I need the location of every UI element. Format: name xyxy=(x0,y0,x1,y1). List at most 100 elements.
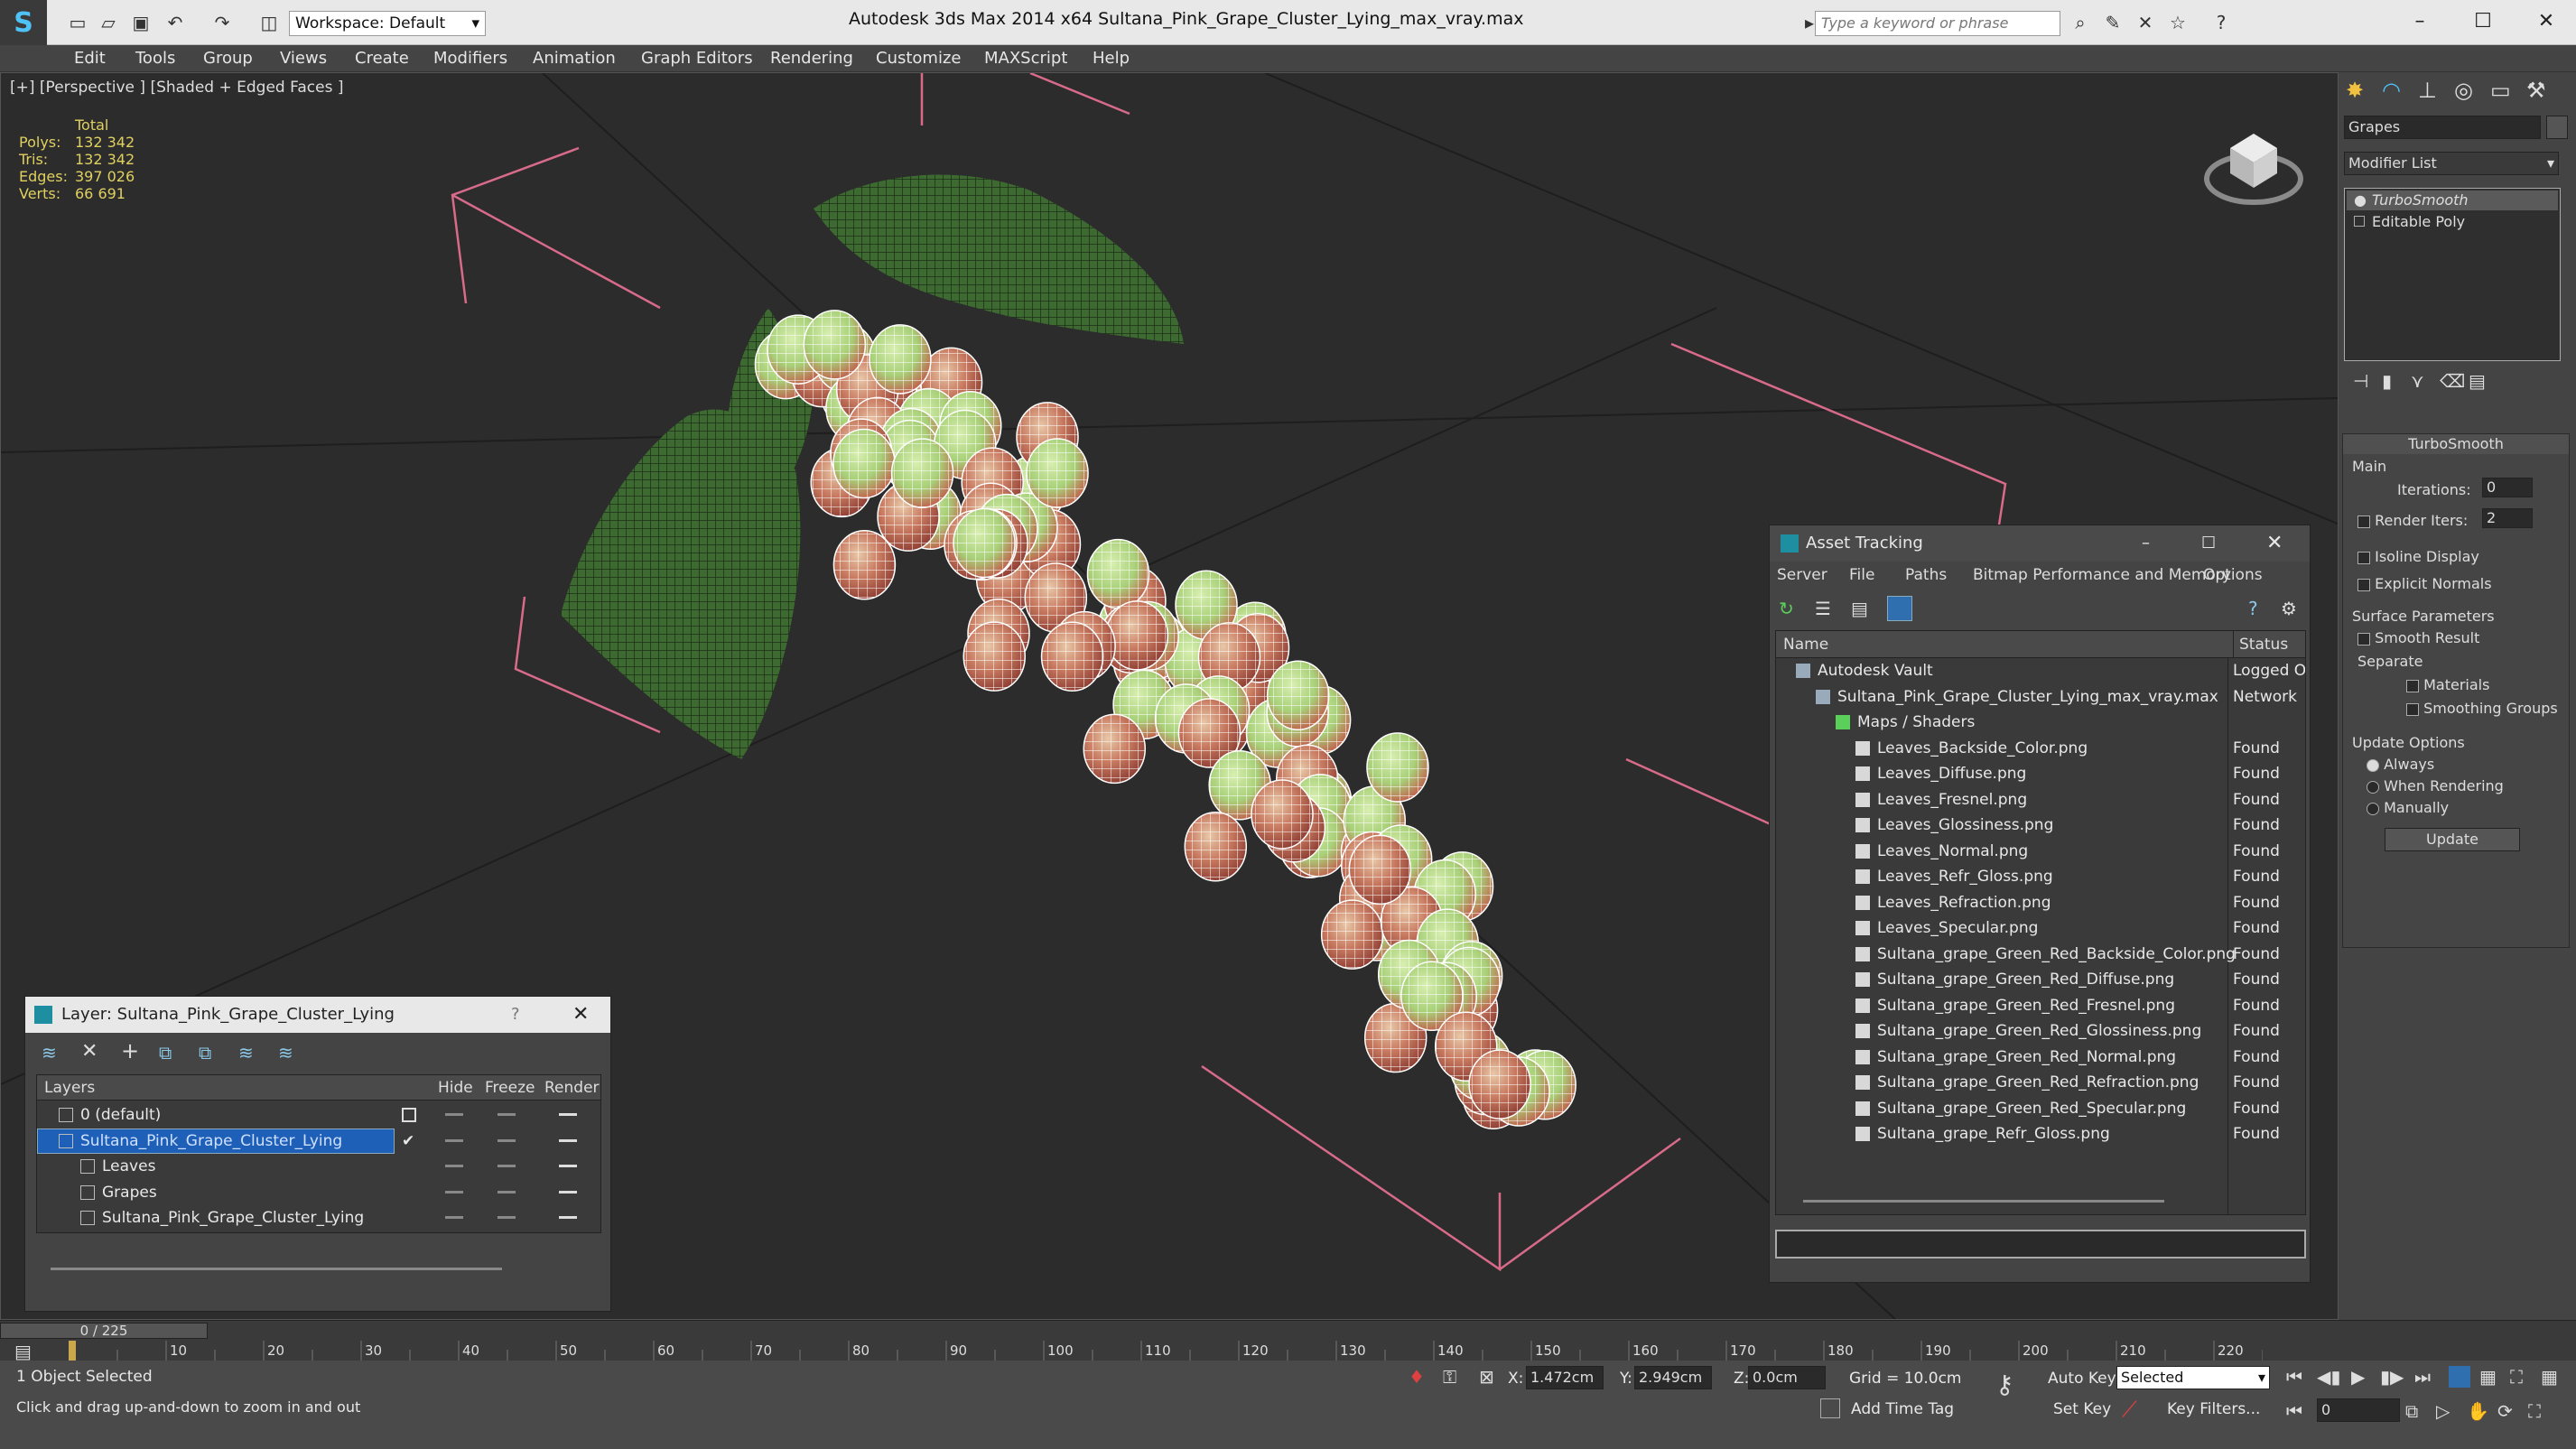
help-icon[interactable]: ? xyxy=(511,997,520,1033)
new-file-icon[interactable]: ▭ xyxy=(65,11,90,34)
show-end-result-icon[interactable]: ▮ xyxy=(2382,370,2392,392)
select-objects-icon[interactable]: ⧉ xyxy=(159,1042,172,1064)
add-time-tag-label[interactable]: Add Time Tag xyxy=(1851,1400,1954,1418)
asset-row[interactable]: Sultana_grape_Green_Red_Normal.png Found xyxy=(1776,1045,2305,1070)
smoothing-groups-checkbox[interactable] xyxy=(2406,702,2419,716)
key-icon[interactable]: ⚷ xyxy=(1995,1370,2014,1399)
auto-key-button[interactable]: Auto Key xyxy=(2048,1370,2116,1388)
search-input[interactable]: Type a keyword or phrase xyxy=(1815,11,2060,36)
render-iters-spinner[interactable]: 2 xyxy=(2482,508,2533,528)
isoline-checkbox[interactable] xyxy=(2357,551,2370,564)
when-rendering-radio[interactable] xyxy=(2367,780,2379,794)
maximize-viewport-icon[interactable]: ⛶ xyxy=(2528,1400,2541,1422)
column-name[interactable]: Name xyxy=(1783,631,1828,658)
render-toggle[interactable] xyxy=(559,1190,577,1194)
render-toggle[interactable] xyxy=(559,1165,577,1167)
layer-row[interactable]: 0 (default) xyxy=(37,1102,600,1128)
menu-graph-editors[interactable]: Graph Editors xyxy=(641,45,753,72)
thumbnail-icon[interactable]: ▤ xyxy=(1851,598,1868,619)
checkmark-icon[interactable]: ✔ xyxy=(402,1129,414,1154)
menu-views[interactable]: Views xyxy=(280,45,327,72)
horizontal-scrollbar[interactable] xyxy=(51,1268,502,1270)
render-iters-checkbox[interactable] xyxy=(2357,515,2370,528)
add-time-tag-icon[interactable] xyxy=(1820,1398,1840,1418)
display-tab-icon[interactable]: ▭ xyxy=(2490,78,2511,103)
menu-animation[interactable]: Animation xyxy=(533,45,616,72)
refresh-icon[interactable]: ↻ xyxy=(1779,598,1794,619)
exchange-icon[interactable]: ✕ xyxy=(2133,11,2158,34)
smooth-result-checkbox[interactable] xyxy=(2357,632,2370,646)
asset-path-field[interactable] xyxy=(1775,1230,2306,1259)
help-icon[interactable]: ? xyxy=(2209,11,2234,34)
viewport-label[interactable]: [+] [Perspective ] [Shaded + Edged Faces… xyxy=(10,79,343,97)
menu-edit[interactable]: Edit xyxy=(74,45,106,72)
asset-menu-server[interactable]: Server xyxy=(1777,562,1827,589)
asset-row[interactable]: Sultana_grape_Refr_Gloss.png Found xyxy=(1776,1121,2305,1147)
asset-tracking-title[interactable]: Asset Tracking – ☐ ✕ xyxy=(1770,525,2310,562)
asset-row[interactable]: Leaves_Diffuse.png Found xyxy=(1776,761,2305,786)
workspace-dropdown[interactable]: Workspace: Default ▾ xyxy=(289,11,486,36)
minimize-button[interactable]: – xyxy=(2393,5,2447,38)
undo-icon[interactable]: ↶ xyxy=(163,11,188,34)
timeline-ruler[interactable]: 10 20 30 40 50 60 70 80 90 100 110 120 130 140 150 160 1… xyxy=(68,1341,2264,1361)
perspective-viewport[interactable]: [+] [Perspective ] [Shaded + Edged Faces… xyxy=(0,72,2339,1320)
save-icon[interactable]: ▣ xyxy=(128,11,153,34)
zoom-icon[interactable] xyxy=(2449,1366,2470,1388)
menu-tools[interactable]: Tools xyxy=(135,45,175,72)
menu-group[interactable]: Group xyxy=(203,45,253,72)
object-color-swatch[interactable] xyxy=(2546,116,2568,139)
asset-row[interactable]: Sultana_grape_Green_Red_Diffuse.png Found xyxy=(1776,967,2305,992)
hide-all-icon[interactable]: ≋ xyxy=(238,1042,254,1064)
minimize-icon[interactable]: – xyxy=(2142,525,2150,562)
time-config-icon[interactable]: ⧉ xyxy=(2405,1400,2418,1422)
play-icon[interactable]: ▶ xyxy=(2351,1366,2365,1388)
render-toggle[interactable] xyxy=(559,1113,577,1116)
iterations-spinner[interactable]: 0 xyxy=(2482,478,2533,497)
field-of-view-icon[interactable]: ▷ xyxy=(2436,1400,2450,1422)
asset-row[interactable]: Leaves_Glossiness.png Found xyxy=(1776,813,2305,838)
explicit-normals-checkbox[interactable] xyxy=(2357,578,2370,591)
rollout-title[interactable]: TurboSmooth xyxy=(2343,434,2569,454)
current-frame-marker[interactable] xyxy=(69,1341,76,1361)
asset-row[interactable]: Leaves_Fresnel.png Found xyxy=(1776,787,2305,813)
hide-toggle[interactable] xyxy=(445,1216,463,1219)
horizontal-scrollbar[interactable] xyxy=(1803,1200,2164,1203)
pin-stack-icon[interactable]: ⊣ xyxy=(2353,370,2368,392)
asset-row[interactable]: Maps / Shaders xyxy=(1776,710,2305,735)
selected-dropdown[interactable]: Selected ▾ xyxy=(2116,1366,2270,1389)
layer-row[interactable]: Sultana_Pink_Grape_Cluster_Lying ✔ xyxy=(37,1128,600,1154)
next-frame-icon[interactable]: ▮▶ xyxy=(2380,1366,2404,1388)
isolate-icon[interactable]: ♦ xyxy=(1409,1366,1425,1388)
make-unique-icon[interactable]: ⋎ xyxy=(2411,370,2424,392)
add-to-layer-icon[interactable]: + xyxy=(121,1038,139,1064)
freeze-toggle[interactable] xyxy=(498,1165,516,1167)
layer-row[interactable]: Sultana_Pink_Grape_Cluster_Lying xyxy=(37,1205,600,1231)
freeze-toggle[interactable] xyxy=(498,1190,516,1194)
project-folder-icon[interactable]: ◫ xyxy=(256,11,282,34)
freeze-toggle[interactable] xyxy=(498,1216,516,1219)
current-frame-field[interactable]: 0 xyxy=(2317,1398,2400,1422)
help-icon[interactable]: ? xyxy=(2248,598,2258,619)
zoom-extents-all-icon[interactable]: ▦ xyxy=(2541,1366,2558,1388)
hide-toggle[interactable] xyxy=(445,1165,463,1167)
hide-toggle[interactable] xyxy=(445,1138,463,1142)
asset-row[interactable]: Leaves_Backside_Color.png Found xyxy=(1776,736,2305,761)
close-button[interactable]: ✕ xyxy=(2519,5,2573,38)
settings-icon[interactable]: ⚙ xyxy=(2281,598,2297,619)
go-to-end-icon[interactable]: ⏭ xyxy=(2414,1366,2431,1388)
orbit-icon[interactable]: ⟳ xyxy=(2497,1400,2513,1422)
hierarchy-tab-icon[interactable]: ⊥ xyxy=(2418,78,2437,103)
set-key-icon[interactable]: ⟋ xyxy=(2122,1397,2137,1422)
column-status[interactable]: Status xyxy=(2233,631,2305,658)
highlight-layer-icon[interactable]: ⧉ xyxy=(199,1042,211,1064)
maximize-icon[interactable]: ☐ xyxy=(2201,525,2216,562)
asset-menu-options[interactable]: Options xyxy=(2203,562,2263,589)
asset-row[interactable]: Sultana_grape_Green_Red_Fresnel.png Found xyxy=(1776,993,2305,1018)
time-slider[interactable]: 0 / 225 xyxy=(0,1323,208,1339)
close-icon[interactable]: ✕ xyxy=(572,997,589,1033)
freeze-all-icon[interactable]: ≋ xyxy=(278,1042,293,1064)
object-name-field[interactable]: Grapes xyxy=(2344,116,2541,139)
layer-window-title[interactable]: Layer: Sultana_Pink_Grape_Cluster_Lying … xyxy=(25,997,610,1033)
absolute-mode-icon[interactable]: ⊠ xyxy=(1479,1366,1494,1388)
asset-row[interactable]: Sultana_grape_Green_Red_Backside_Color.p… xyxy=(1776,942,2305,967)
